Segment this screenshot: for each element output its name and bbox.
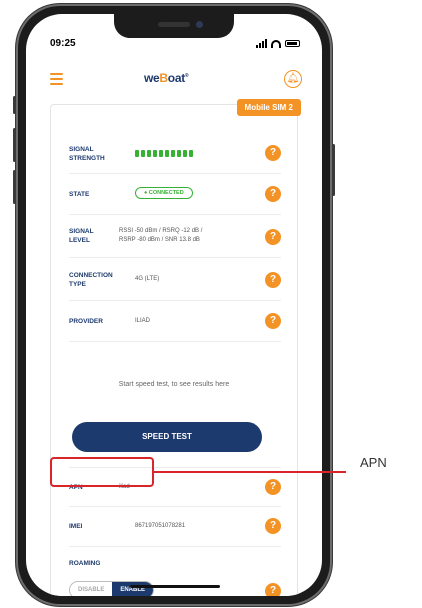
sim-status-card: Mobile SIM 2 SIGNAL STRENGTH ? STATE ● CO… [50,99,301,596]
help-imei-button[interactable]: ? [265,518,281,534]
sim-badge[interactable]: Mobile SIM 2 [236,99,301,116]
notch [114,14,234,38]
wifi-icon [271,39,281,48]
phone-frame: 09:25 weBoat® 🔔︎ Mobile SIM 2 SIGNAL STRE… [13,4,335,606]
row-imei: IMEI 867197051078281 ? [69,506,281,547]
mute-switch [13,96,16,114]
signal-level-value: RSSI -50 dBm / RSRQ -12 dB / RSRP -80 dBm… [119,228,203,243]
help-connection-type-button[interactable]: ? [265,272,281,288]
camera-icon [196,21,203,28]
signal-level-label: SIGNAL LEVEL [69,228,94,244]
imei-value: 867197051078281 [135,523,186,529]
row-roaming: ROAMING DISABLE ENABLE ? [69,547,281,596]
roaming-label: ROAMING [69,560,101,567]
volume-up-button [13,128,16,162]
connection-type-value: 4G (LTE) [135,276,160,282]
connection-type-label: CONNECTION TYPE [69,272,113,288]
state-label: STATE [69,191,90,198]
status-time: 09:25 [50,38,76,49]
leaf-icon: ● [144,190,148,196]
help-signal-level-button[interactable]: ? [265,229,281,245]
connected-status-badge: ● CONNECTED [135,187,193,199]
speed-test-button[interactable]: SPEED TEST [72,422,262,452]
row-state: STATE ● CONNECTED ? [69,174,281,215]
help-provider-button[interactable]: ? [265,313,281,329]
roaming-toggle[interactable]: DISABLE ENABLE [69,581,155,596]
row-connection-type: CONNECTION TYPE 4G (LTE) ? [69,258,281,301]
provider-label: PROVIDER [69,318,103,325]
webboat-logo: weBoat® [144,71,189,85]
speaker-icon [158,22,190,27]
help-signal-strength-button[interactable]: ? [265,145,281,161]
row-provider: PROVIDER ILIAD ? [69,301,281,342]
phone-screen: 09:25 weBoat® 🔔︎ Mobile SIM 2 SIGNAL STRE… [26,14,322,596]
row-signal-strength: SIGNAL STRENGTH ? [69,133,281,174]
speed-test-hint: Start speed test, to see results here [118,381,230,388]
apn-highlight-box [50,457,154,487]
app-header: weBoat® 🔔︎ [26,64,322,94]
battery-icon [285,40,300,47]
signal-strength-bars [135,150,193,157]
imei-label: IMEI [69,523,83,530]
power-button [332,144,335,196]
roaming-disable-option[interactable]: DISABLE [70,582,113,596]
help-apn-button[interactable]: ? [265,479,281,495]
help-roaming-button[interactable]: ? [265,583,281,596]
home-indicator[interactable] [130,585,220,588]
volume-down-button [13,170,16,204]
provider-value: ILIAD [135,318,151,324]
help-state-button[interactable]: ? [265,186,281,202]
status-icons [256,39,300,48]
apn-callout-line [154,471,346,473]
row-signal-level: SIGNAL LEVEL RSSI -50 dBm / RSRQ -12 dB /… [69,215,281,258]
notification-bell-icon[interactable]: 🔔︎ [284,70,302,88]
signal-strength-label: SIGNAL STRENGTH [69,146,105,162]
hamburger-menu-icon[interactable] [50,73,63,88]
apn-callout-label: APN [360,455,387,470]
cellular-signal-icon [256,39,267,48]
